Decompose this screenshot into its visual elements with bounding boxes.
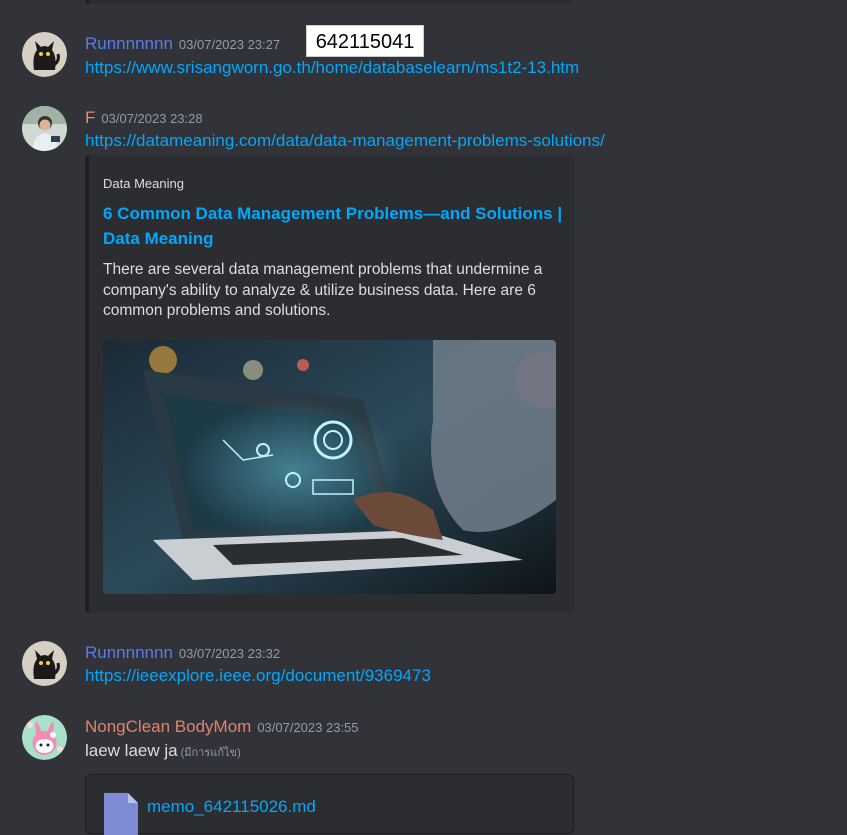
avatar[interactable]: [22, 32, 67, 77]
message-timestamp: 03/07/2023 23:27: [178, 37, 281, 52]
message-text: laew laew ja (มีการแก้ไข): [85, 741, 241, 760]
file-name-link[interactable]: memo_642115026.md: [147, 797, 316, 817]
message-timestamp: 03/07/2023 23:28: [101, 111, 203, 126]
embed-title-link[interactable]: 6 Common Data Management Problems—and So…: [103, 201, 563, 251]
file-attachment[interactable]: memo_642115026.md: [85, 774, 574, 835]
avatar[interactable]: [22, 106, 67, 151]
avatar[interactable]: [22, 715, 67, 760]
message-timestamp: 03/07/2023 23:32: [178, 646, 281, 661]
black-cat-avatar-icon: [22, 32, 67, 77]
black-cat-avatar-icon: [22, 641, 67, 686]
message-timestamp: 03/07/2023 23:55: [257, 720, 359, 735]
student-id-label: 642115041: [306, 25, 424, 57]
message-author[interactable]: NongClean BodyMom 03/07/2023 23:55: [85, 717, 359, 738]
embed-description: There are several data management proble…: [103, 261, 543, 319]
person-photo-avatar-icon: [22, 106, 67, 151]
message-link[interactable]: https://datameaning.com/data/data-manage…: [85, 131, 605, 151]
message-author[interactable]: F 03/07/2023 23:28: [85, 108, 203, 129]
laptop-data-analytics-image: [103, 340, 556, 594]
link-embed: Data Meaning 6 Common Data Management Pr…: [85, 155, 574, 613]
edited-marker: (มีการแก้ไข): [180, 747, 241, 759]
embed-provider: Data Meaning: [103, 176, 184, 191]
embed-image[interactable]: [103, 340, 556, 594]
avatar[interactable]: [22, 641, 67, 686]
message-link[interactable]: https://www.srisangworn.go.th/home/datab…: [85, 58, 579, 78]
document-file-icon: [104, 793, 138, 835]
previous-embed-bottom: [85, 0, 574, 4]
message-author[interactable]: Runnnnnnn 03/07/2023 23:27: [85, 34, 280, 55]
pink-rabbit-avatar-icon: [22, 715, 67, 760]
message-author[interactable]: Runnnnnnn 03/07/2023 23:32: [85, 643, 280, 664]
message-link[interactable]: https://ieeexplore.ieee.org/document/936…: [85, 666, 431, 686]
